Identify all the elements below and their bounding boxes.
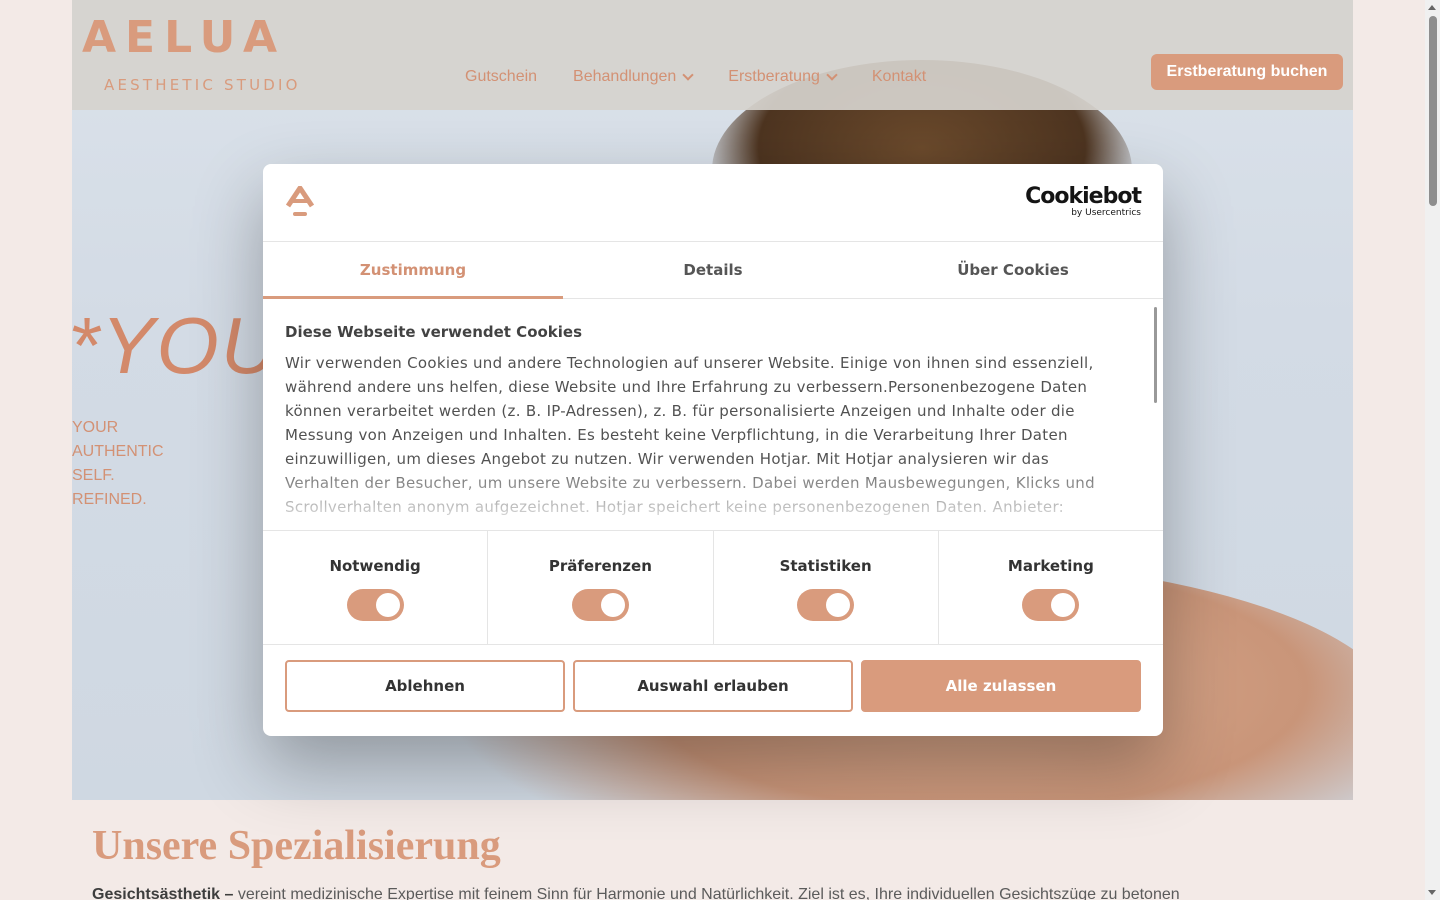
dialog-actions: Ablehnen Auswahl erlauben Alle zulassen (263, 645, 1163, 727)
statistics-toggle[interactable] (797, 589, 855, 621)
marketing-toggle[interactable] (1022, 589, 1080, 621)
dialog-header: Cookiebot by Usercentrics (263, 164, 1163, 242)
cookiebot-brand: Cookiebot (1025, 184, 1142, 209)
toggle-label: Präferenzen (548, 557, 652, 575)
dialog-body[interactable]: Diese Webseite verwendet Cookies Wir ver… (263, 299, 1163, 531)
toggle-label: Marketing (1007, 557, 1094, 575)
allow-all-button[interactable]: Alle zulassen (861, 660, 1141, 712)
tab-about-cookies[interactable]: Über Cookies (863, 242, 1163, 298)
dialog-title: Diese Webseite verwendet Cookies (285, 323, 583, 341)
tab-zustimmung[interactable]: Zustimmung (263, 242, 563, 299)
dialog-scrollbar[interactable] (1154, 307, 1157, 403)
dialog-body-fade (263, 460, 1163, 530)
toggle-group-preferences: Präferenzen (488, 531, 714, 644)
toggle-label: Notwendig (329, 557, 421, 575)
allow-selection-button[interactable]: Auswahl erlauben (573, 660, 853, 712)
toggle-label: Statistiken (779, 557, 872, 575)
dialog-tabs: Zustimmung Details Über Cookies (263, 242, 1163, 299)
preferences-toggle[interactable] (571, 589, 629, 621)
scroll-down-icon[interactable] (1428, 890, 1436, 895)
toggle-group-necessary: Notwendig (263, 531, 489, 644)
toggle-group-marketing: Marketing (939, 531, 1163, 644)
necessary-toggle[interactable] (346, 589, 404, 621)
tab-details[interactable]: Details (563, 242, 863, 298)
cookiebot-logo[interactable]: Cookiebot by Usercentrics (1025, 184, 1142, 219)
consent-toggles: Notwendig Präferenzen Statistiken Market… (263, 531, 1163, 645)
brand-logo-icon (285, 186, 315, 216)
scroll-up-icon[interactable] (1428, 5, 1436, 10)
deny-button[interactable]: Ablehnen (285, 660, 565, 712)
cookie-consent-dialog: Cookiebot by Usercentrics Zustimmung Det… (263, 164, 1163, 736)
cookiebot-brand-sub: by Usercentrics (1071, 208, 1141, 218)
page-scrollbar[interactable] (1425, 0, 1440, 900)
page-scrollbar-thumb[interactable] (1429, 16, 1437, 206)
toggle-group-statistics: Statistiken (714, 531, 939, 644)
